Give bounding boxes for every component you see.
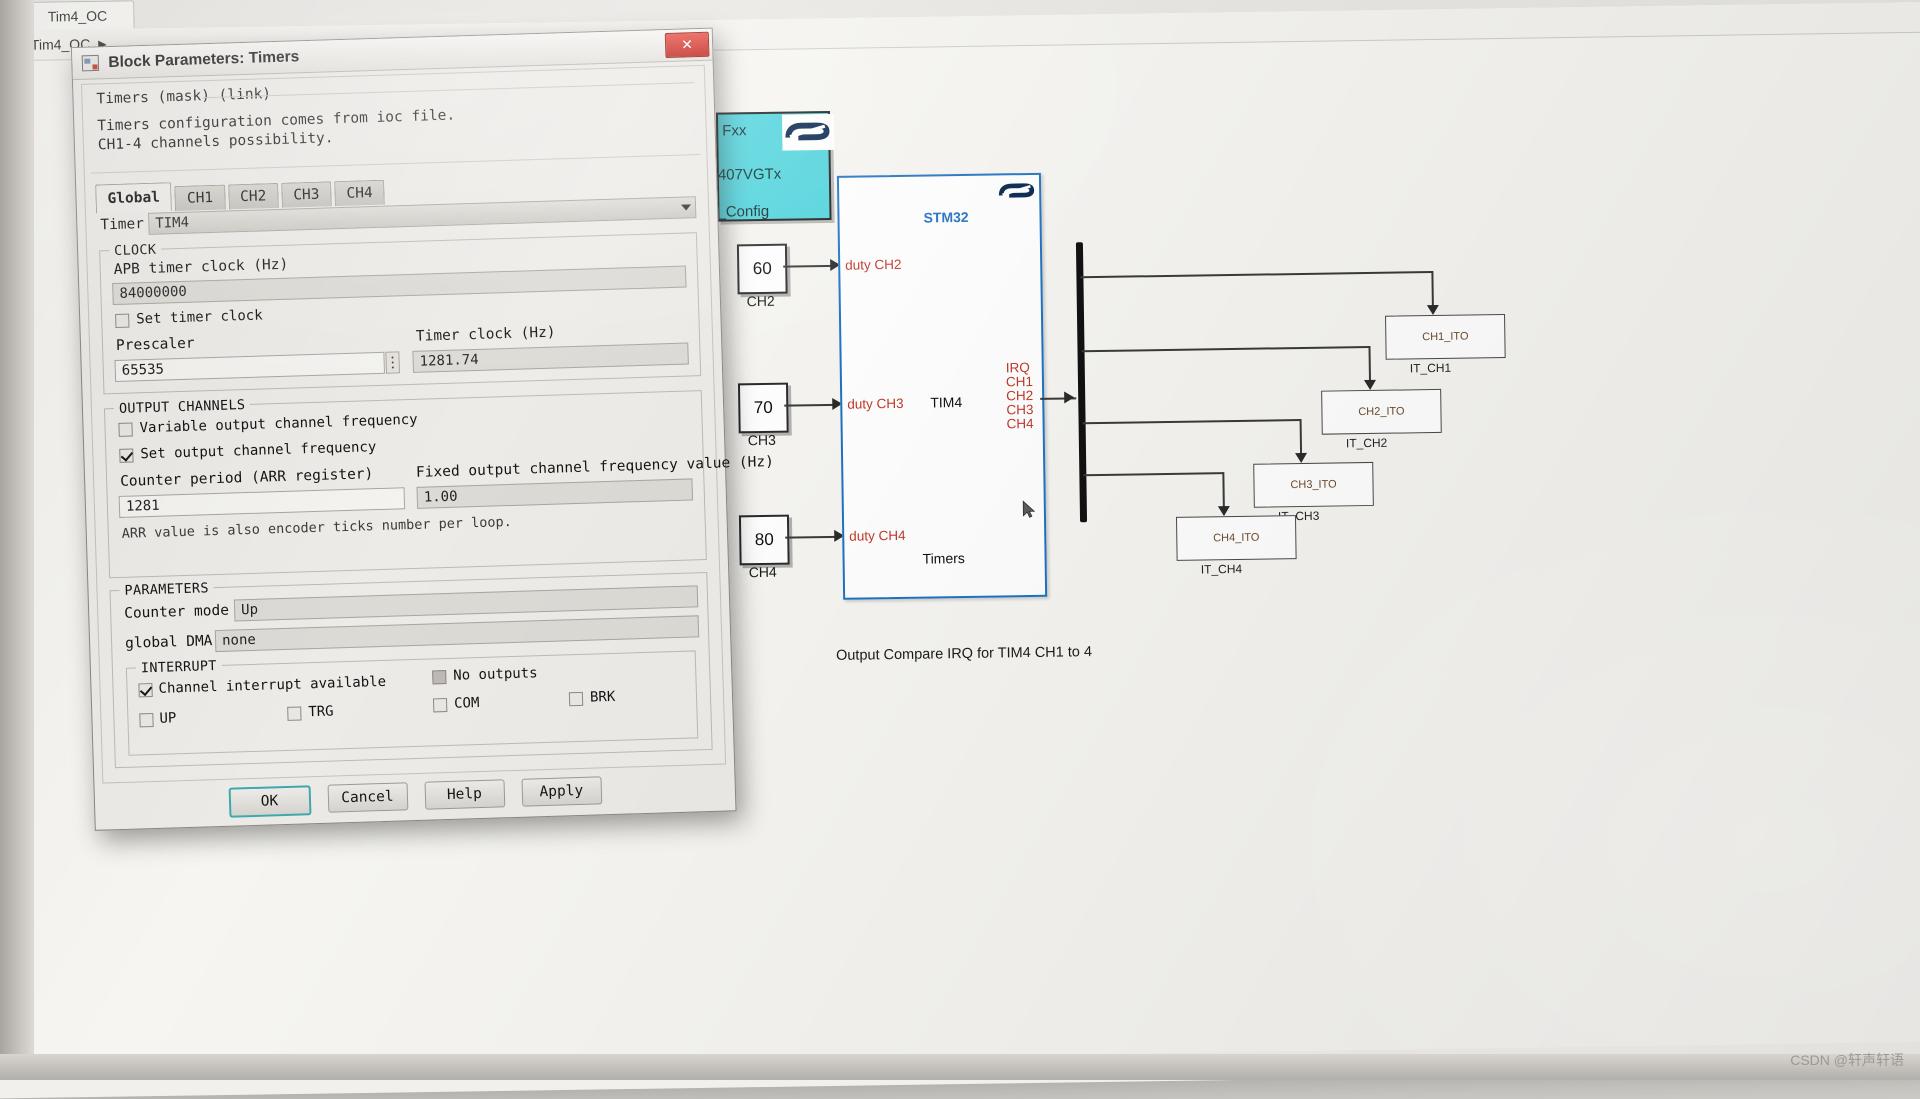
- com-label: COM: [453, 695, 480, 712]
- watermark: CSDN @轩声轩语: [1790, 1052, 1904, 1068]
- constant-caption-ch2: CH2: [746, 292, 775, 310]
- variable-output-frequency-checkbox[interactable]: [118, 422, 133, 437]
- document-tab-tim4oc[interactable]: Tim4_OC: [20, 0, 135, 31]
- parameters-group-label: PARAMETERS: [119, 580, 215, 599]
- counter-mode-label: Counter mode: [123, 602, 230, 622]
- up-checkbox[interactable]: [139, 712, 154, 728]
- diagram-annotation: Output Compare IRQ for TIM4 CH1 to 4: [835, 644, 1093, 664]
- config-block-line3: _Config: [717, 202, 770, 221]
- no-outputs-checkbox[interactable]: [432, 670, 447, 685]
- port-duty-ch3: duty CH3: [847, 395, 904, 412]
- block-parameters-dialog[interactable]: Block Parameters: Timers ✕ Timers (mask)…: [70, 27, 774, 831]
- wire-bus-ch1: [1080, 271, 1433, 278]
- timer-label: Timer: [100, 216, 145, 234]
- set-timer-clock-checkbox[interactable]: [115, 313, 130, 328]
- tab-global[interactable]: Global: [95, 182, 173, 214]
- port-duty-ch4: duty CH4: [849, 527, 906, 544]
- demux-bus[interactable]: [1075, 242, 1088, 523]
- tab-ch3[interactable]: CH3: [280, 181, 332, 208]
- config-block-line1: Fxx: [722, 122, 747, 140]
- port-ch4o: CH4: [1006, 415, 1034, 432]
- com-checkbox[interactable]: [432, 698, 448, 713]
- close-icon[interactable]: ✕: [664, 31, 710, 59]
- trg-checkbox[interactable]: [287, 706, 302, 721]
- wire-bus-ch4: [1083, 472, 1224, 476]
- set-output-frequency-checkbox[interactable]: [119, 448, 134, 463]
- it-block-ch1[interactable]: CH1_ITO: [1385, 313, 1506, 360]
- brk-label: BRK: [589, 688, 616, 706]
- screen-surface: FILE LIBRARY PREPARE Back Forward SIMULA…: [0, 0, 1920, 1099]
- stm32-block-title: STM32: [923, 208, 969, 226]
- apply-button[interactable]: Apply: [520, 776, 602, 807]
- cancel-button[interactable]: Cancel: [327, 782, 408, 813]
- tab-ch2[interactable]: CH2: [227, 182, 279, 210]
- interrupt-group-label: INTERRUPT: [135, 657, 222, 677]
- photographed-screen: FILE LIBRARY PREPARE Back Forward SIMULA…: [0, 0, 1920, 1099]
- desk-edge-left: [0, 0, 34, 1080]
- it-caption-ch2: IT_CH2: [1345, 435, 1388, 451]
- it-block-ch3[interactable]: CH3_ITO: [1253, 461, 1374, 508]
- global-dma-label: global DMA: [124, 633, 213, 652]
- channel-interrupt-available-checkbox[interactable]: [138, 683, 153, 698]
- dialog-title: Block Parameters: Timers: [108, 47, 300, 71]
- tab-ch4[interactable]: CH4: [334, 179, 386, 207]
- header-rule: [202, 82, 695, 99]
- help-button[interactable]: Help: [423, 779, 505, 810]
- dialog-description: Timers configuration comes from ioc file…: [97, 107, 456, 155]
- it-caption-ch1: IT_CH1: [1409, 360, 1452, 376]
- trg-label: TRG: [308, 703, 334, 721]
- prescaler-stepper[interactable]: [385, 351, 401, 374]
- up-label: UP: [159, 710, 177, 727]
- constant-caption-ch3: CH3: [747, 431, 776, 449]
- block-parameters-icon: [81, 53, 101, 73]
- chevron-down-icon: [680, 204, 692, 211]
- wire-arrow-irq: [1064, 391, 1075, 404]
- prescaler-label: Prescaler: [115, 335, 195, 354]
- timer-select-value: TIM4: [155, 214, 190, 232]
- constant-block-ch2[interactable]: 60: [736, 243, 788, 295]
- timer-block-center-label: TIM4: [930, 394, 963, 411]
- wire-arrow-ch1-it: [1426, 304, 1440, 316]
- it-caption-ch4: IT_CH4: [1200, 561, 1243, 577]
- wire-bus-ch3: [1082, 419, 1301, 424]
- st-logo-icon: [781, 113, 835, 151]
- description-rule: [90, 154, 701, 174]
- it-block-ch4[interactable]: CH4_ITO: [1175, 515, 1297, 561]
- timer-block-bottom-label: Timers: [922, 550, 965, 567]
- wire-arrow-ch4-it: [1217, 506, 1230, 517]
- tab-ch1[interactable]: CH1: [174, 184, 226, 212]
- constant-block-ch4[interactable]: 80: [738, 514, 790, 566]
- wire-ch4: [785, 535, 838, 539]
- desk-edge-bottom: [0, 1054, 1920, 1080]
- dialog-body: Timers (mask) (link) Timers configuratio…: [81, 64, 774, 784]
- no-outputs-label: No outputs: [453, 665, 538, 684]
- wire-bus-ch2: [1081, 345, 1370, 352]
- it-block-ch2[interactable]: CH2_ITO: [1321, 388, 1442, 435]
- config-block-line2: 407VGTx: [717, 165, 782, 184]
- wire-arrow-ch3-it: [1295, 452, 1308, 464]
- clock-group-label: CLOCK: [108, 241, 162, 260]
- ok-button[interactable]: OK: [228, 785, 311, 818]
- mouse-pointer-icon: [1022, 500, 1036, 518]
- constant-block-ch3[interactable]: 70: [737, 382, 789, 434]
- st-logo-icon-timers: [995, 176, 1039, 206]
- wire-ch3: [784, 403, 837, 407]
- port-duty-ch2: duty CH2: [845, 256, 902, 273]
- wire-arrow-ch2-it: [1363, 379, 1377, 391]
- wire-ch2: [783, 264, 836, 268]
- brk-checkbox[interactable]: [568, 691, 584, 707]
- constant-caption-ch4: CH4: [748, 563, 777, 581]
